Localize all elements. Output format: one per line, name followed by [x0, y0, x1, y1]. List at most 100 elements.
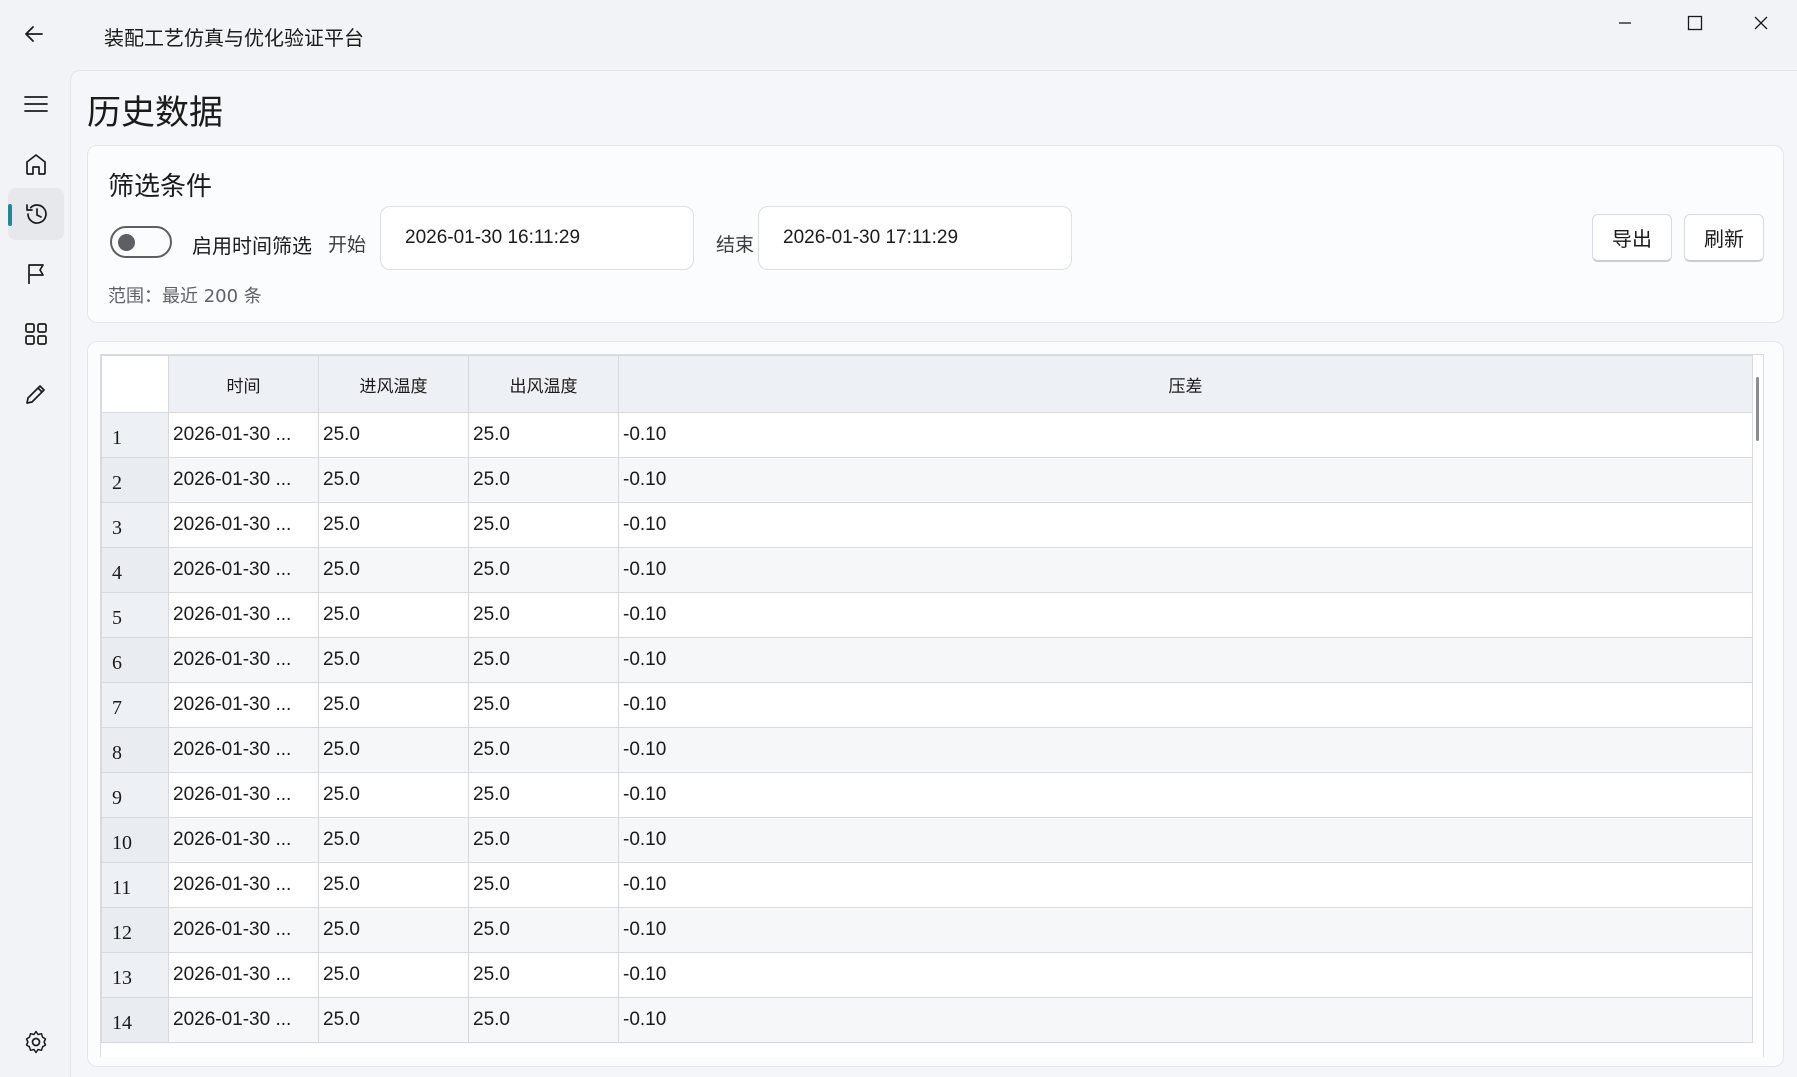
table-row[interactable]: 10 2026-01-30 ... 25.0 25.0 -0.10	[101, 817, 1753, 863]
cell-outlet-temp[interactable]: 25.0	[468, 997, 619, 1043]
table-row[interactable]: 11 2026-01-30 ... 25.0 25.0 -0.10	[101, 862, 1753, 908]
cell-outlet-temp[interactable]: 25.0	[468, 772, 619, 818]
row-number[interactable]: 12	[101, 907, 169, 953]
row-number[interactable]: 11	[101, 862, 169, 908]
export-button[interactable]: 导出	[1592, 214, 1672, 262]
cell-pressure-diff[interactable]: -0.10	[618, 457, 1753, 503]
row-number[interactable]: 14	[101, 997, 169, 1043]
column-header-outlet-temp[interactable]: 出风温度	[468, 355, 619, 413]
row-number[interactable]: 13	[101, 952, 169, 998]
row-number[interactable]: 8	[101, 727, 169, 773]
column-header-time[interactable]: 时间	[168, 355, 319, 413]
cell-pressure-diff[interactable]: -0.10	[618, 817, 1753, 863]
cell-time[interactable]: 2026-01-30 ...	[168, 727, 319, 773]
close-icon[interactable]	[1736, 8, 1786, 38]
cell-time[interactable]: 2026-01-30 ...	[168, 637, 319, 683]
row-number[interactable]: 7	[101, 682, 169, 728]
cell-time[interactable]: 2026-01-30 ...	[168, 412, 319, 458]
cell-time[interactable]: 2026-01-30 ...	[168, 862, 319, 908]
table-row[interactable]: 8 2026-01-30 ... 25.0 25.0 -0.10	[101, 727, 1753, 773]
cell-inlet-temp[interactable]: 25.0	[318, 997, 469, 1043]
cell-pressure-diff[interactable]: -0.10	[618, 682, 1753, 728]
cell-pressure-diff[interactable]: -0.10	[618, 907, 1753, 953]
cell-inlet-temp[interactable]: 25.0	[318, 907, 469, 953]
table-row[interactable]: 12 2026-01-30 ... 25.0 25.0 -0.10	[101, 907, 1753, 953]
cell-inlet-temp[interactable]: 25.0	[318, 457, 469, 503]
cell-inlet-temp[interactable]: 25.0	[318, 502, 469, 548]
cell-time[interactable]: 2026-01-30 ...	[168, 952, 319, 998]
cell-time[interactable]: 2026-01-30 ...	[168, 547, 319, 593]
cell-outlet-temp[interactable]: 25.0	[468, 817, 619, 863]
cell-inlet-temp[interactable]: 25.0	[318, 592, 469, 638]
history-icon[interactable]	[8, 188, 64, 240]
table-row[interactable]: 1 2026-01-30 ... 25.0 25.0 -0.10	[101, 412, 1753, 458]
cell-outlet-temp[interactable]: 25.0	[468, 727, 619, 773]
table-row[interactable]: 7 2026-01-30 ... 25.0 25.0 -0.10	[101, 682, 1753, 728]
cell-outlet-temp[interactable]: 25.0	[468, 547, 619, 593]
row-number[interactable]: 2	[101, 457, 169, 503]
maximize-icon[interactable]	[1670, 8, 1720, 38]
table-row[interactable]: 9 2026-01-30 ... 25.0 25.0 -0.10	[101, 772, 1753, 818]
settings-icon[interactable]	[8, 1016, 64, 1068]
table-row[interactable]: 3 2026-01-30 ... 25.0 25.0 -0.10	[101, 502, 1753, 548]
table-row[interactable]: 6 2026-01-30 ... 25.0 25.0 -0.10	[101, 637, 1753, 683]
cell-outlet-temp[interactable]: 25.0	[468, 907, 619, 953]
cell-time[interactable]: 2026-01-30 ...	[168, 907, 319, 953]
cell-outlet-temp[interactable]: 25.0	[468, 457, 619, 503]
cell-inlet-temp[interactable]: 25.0	[318, 412, 469, 458]
cell-pressure-diff[interactable]: -0.10	[618, 727, 1753, 773]
time-filter-toggle[interactable]	[110, 226, 172, 258]
row-number[interactable]: 10	[101, 817, 169, 863]
row-number[interactable]: 3	[101, 502, 169, 548]
cell-pressure-diff[interactable]: -0.10	[618, 592, 1753, 638]
cell-outlet-temp[interactable]: 25.0	[468, 412, 619, 458]
home-icon[interactable]	[8, 138, 64, 190]
table-row[interactable]: 14 2026-01-30 ... 25.0 25.0 -0.10	[101, 997, 1753, 1043]
flag-icon[interactable]	[8, 248, 64, 300]
cell-inlet-temp[interactable]: 25.0	[318, 637, 469, 683]
corner-header[interactable]	[101, 355, 169, 413]
cell-inlet-temp[interactable]: 25.0	[318, 727, 469, 773]
vertical-scrollbar[interactable]	[1752, 357, 1764, 1057]
column-header-pressure-diff[interactable]: 压差	[618, 355, 1753, 413]
cell-inlet-temp[interactable]: 25.0	[318, 547, 469, 593]
menu-icon[interactable]	[8, 78, 64, 130]
table-row[interactable]: 4 2026-01-30 ... 25.0 25.0 -0.10	[101, 547, 1753, 593]
cell-inlet-temp[interactable]: 25.0	[318, 817, 469, 863]
cell-time[interactable]: 2026-01-30 ...	[168, 457, 319, 503]
cell-time[interactable]: 2026-01-30 ...	[168, 997, 319, 1043]
start-datetime-input[interactable]: 2026-01-30 16:11:29	[380, 206, 694, 270]
refresh-button[interactable]: 刷新	[1684, 214, 1764, 262]
cell-pressure-diff[interactable]: -0.10	[618, 997, 1753, 1043]
cell-pressure-diff[interactable]: -0.10	[618, 637, 1753, 683]
cell-pressure-diff[interactable]: -0.10	[618, 952, 1753, 998]
row-number[interactable]: 5	[101, 592, 169, 638]
cell-outlet-temp[interactable]: 25.0	[468, 952, 619, 998]
apps-icon[interactable]	[8, 308, 64, 360]
row-number[interactable]: 9	[101, 772, 169, 818]
cell-pressure-diff[interactable]: -0.10	[618, 412, 1753, 458]
cell-outlet-temp[interactable]: 25.0	[468, 592, 619, 638]
cell-outlet-temp[interactable]: 25.0	[468, 502, 619, 548]
cell-outlet-temp[interactable]: 25.0	[468, 637, 619, 683]
cell-inlet-temp[interactable]: 25.0	[318, 772, 469, 818]
cell-pressure-diff[interactable]: -0.10	[618, 547, 1753, 593]
cell-time[interactable]: 2026-01-30 ...	[168, 772, 319, 818]
end-datetime-input[interactable]: 2026-01-30 17:11:29	[758, 206, 1072, 270]
minimize-icon[interactable]	[1600, 8, 1650, 38]
table-row[interactable]: 2 2026-01-30 ... 25.0 25.0 -0.10	[101, 457, 1753, 503]
cell-inlet-temp[interactable]: 25.0	[318, 952, 469, 998]
row-number[interactable]: 1	[101, 412, 169, 458]
edit-icon[interactable]	[8, 368, 64, 420]
cell-pressure-diff[interactable]: -0.10	[618, 772, 1753, 818]
scrollbar-thumb[interactable]	[1756, 377, 1759, 441]
cell-time[interactable]: 2026-01-30 ...	[168, 502, 319, 548]
row-number[interactable]: 6	[101, 637, 169, 683]
cell-time[interactable]: 2026-01-30 ...	[168, 682, 319, 728]
cell-outlet-temp[interactable]: 25.0	[468, 862, 619, 908]
cell-inlet-temp[interactable]: 25.0	[318, 682, 469, 728]
cell-outlet-temp[interactable]: 25.0	[468, 682, 619, 728]
cell-pressure-diff[interactable]: -0.10	[618, 862, 1753, 908]
table-row[interactable]: 5 2026-01-30 ... 25.0 25.0 -0.10	[101, 592, 1753, 638]
cell-inlet-temp[interactable]: 25.0	[318, 862, 469, 908]
